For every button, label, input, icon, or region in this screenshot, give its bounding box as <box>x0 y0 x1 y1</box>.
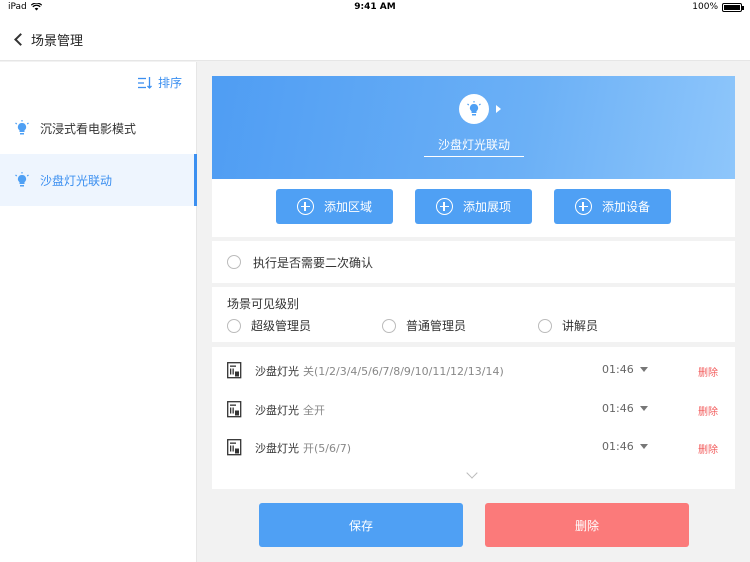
device-name: 沙盘灯光 <box>255 404 299 417</box>
visibility-option-guide[interactable]: 讲解员 <box>538 317 598 334</box>
list-item: 沙盘灯光 开(5/6/7) 01:46 删除 <box>212 427 735 465</box>
battery-percent: 100% <box>692 2 718 12</box>
sidebar-item-label: 沙盘灯光联动 <box>40 173 113 188</box>
visibility-section: 场景可见级别 超级管理员 普通管理员 讲解员 <box>212 287 735 342</box>
scene-banner: 沙盘灯光联动 <box>212 76 735 179</box>
bulb-icon <box>15 120 29 135</box>
device-panel-icon <box>227 362 242 379</box>
device-state: 开(5/6/7) <box>303 442 351 455</box>
device-panel-icon <box>227 401 242 418</box>
time-value: 01:46 <box>602 440 634 453</box>
bulb-icon <box>467 101 481 116</box>
button-label: 添加设备 <box>601 200 650 214</box>
save-button[interactable]: 保存 <box>259 503 463 547</box>
radio-button[interactable] <box>382 318 396 333</box>
button-label: 添加区域 <box>323 200 372 214</box>
device-name: 沙盘灯光 <box>255 442 299 455</box>
confirm-label: 执行是否需要二次确认 <box>253 255 374 270</box>
delete-device-button[interactable]: 删除 <box>698 441 718 456</box>
delete-scene-button[interactable]: 删除 <box>485 503 689 547</box>
time-dropdown[interactable]: 01:46 <box>602 363 648 376</box>
option-label: 超级管理员 <box>251 319 312 333</box>
chevron-down-icon[interactable] <box>466 467 478 479</box>
battery-icon <box>722 2 744 12</box>
status-time: 9:41 AM <box>354 2 396 12</box>
option-label: 讲解员 <box>562 319 599 333</box>
caret-down-icon <box>639 367 648 372</box>
scene-sidebar: 排序 沉浸式看电影模式 沙盘灯光联动 <box>0 62 197 562</box>
visibility-option-super-admin[interactable]: 超级管理员 <box>227 317 311 334</box>
option-label: 普通管理员 <box>406 319 467 333</box>
sidebar-item-movie-mode[interactable]: 沉浸式看电影模式 <box>0 102 197 154</box>
status-bar: iPad 9:41 AM 100% <box>0 0 750 16</box>
time-dropdown[interactable]: 01:46 <box>602 440 648 453</box>
device-name: 沙盘灯光 <box>255 365 299 378</box>
time-value: 01:46 <box>602 402 634 415</box>
visibility-label: 场景可见级别 <box>227 297 300 311</box>
back-button[interactable]: 场景管理 <box>12 30 83 49</box>
sort-label: 排序 <box>157 76 182 90</box>
sidebar-item-sandtable-light[interactable]: 沙盘灯光联动 <box>0 154 197 206</box>
chevron-left-icon <box>14 33 27 46</box>
time-dropdown[interactable]: 01:46 <box>602 402 648 415</box>
add-device-button[interactable]: 添加设备 <box>554 189 671 224</box>
sort-button[interactable]: 排序 <box>137 74 182 91</box>
caret-down-icon <box>639 406 648 411</box>
scene-name-input[interactable]: 沙盘灯光联动 <box>424 136 524 157</box>
sort-icon <box>137 76 152 89</box>
time-value: 01:46 <box>602 363 634 376</box>
nav-bar: 场景管理 <box>0 16 750 61</box>
add-toolbar: 添加区域 添加展项 添加设备 <box>212 179 735 237</box>
delete-device-button[interactable]: 删除 <box>698 403 718 418</box>
page-title: 场景管理 <box>31 34 84 49</box>
device-state: 全开 <box>303 404 325 417</box>
add-area-button[interactable]: 添加区域 <box>276 189 393 224</box>
radio-button[interactable] <box>538 318 552 333</box>
scene-icon-button[interactable] <box>459 94 489 124</box>
radio-button[interactable] <box>227 318 241 333</box>
delete-device-button[interactable]: 删除 <box>698 364 718 379</box>
list-item: 沙盘灯光 全开 01:46 删除 <box>212 389 735 427</box>
list-item: 沙盘灯光 关(1/2/3/4/5/6/7/8/9/10/11/12/13/14) … <box>212 350 735 388</box>
sidebar-item-label: 沉浸式看电影模式 <box>40 121 137 136</box>
bulb-icon <box>15 172 29 187</box>
device-list: 沙盘灯光 关(1/2/3/4/5/6/7/8/9/10/11/12/13/14) … <box>212 347 735 489</box>
device-panel-icon <box>227 439 242 456</box>
confirm-option: 执行是否需要二次确认 <box>212 241 735 283</box>
add-exhibit-button[interactable]: 添加展项 <box>415 189 532 224</box>
device-state: 关(1/2/3/4/5/6/7/8/9/10/11/12/13/14) <box>303 365 504 378</box>
confirm-radio[interactable] <box>227 255 241 269</box>
plus-circle-icon <box>435 198 453 215</box>
caret-right-icon[interactable] <box>496 105 501 113</box>
button-label: 添加展项 <box>462 200 511 214</box>
plus-circle-icon <box>296 198 314 215</box>
caret-down-icon <box>639 444 648 449</box>
visibility-option-admin[interactable]: 普通管理员 <box>382 317 466 334</box>
plus-circle-icon <box>574 198 592 215</box>
